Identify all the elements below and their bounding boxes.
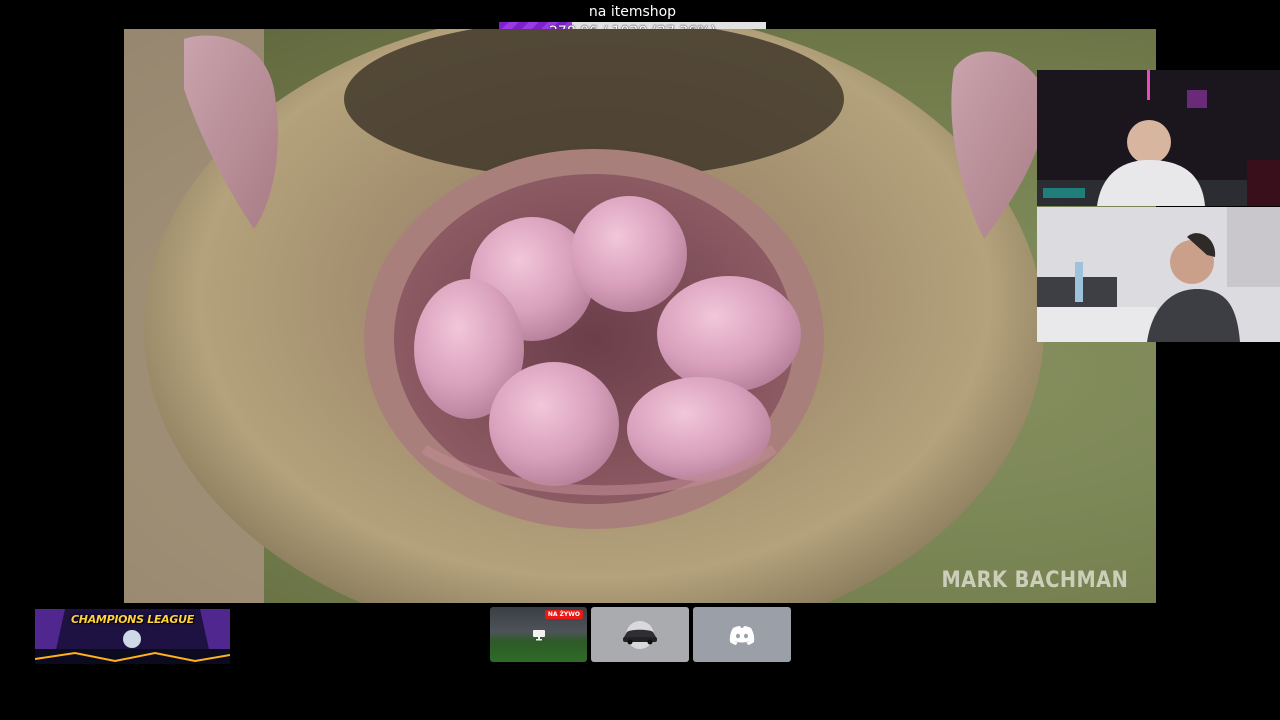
discord-icon — [729, 625, 755, 645]
discord-thumbnail[interactable] — [693, 607, 791, 662]
video-frame-image — [124, 29, 1156, 603]
champions-league-text: CHAMPIONS LEAGUE — [71, 613, 194, 626]
live-badge: NA ŻYWO — [544, 610, 583, 619]
webcam-guest-image — [1037, 207, 1280, 342]
goal-title: na itemshop — [588, 4, 677, 20]
live-stream-thumbnail[interactable]: NA ŻYWO — [490, 607, 587, 662]
main-video[interactable]: MARK BACHMAN — [124, 29, 1156, 603]
monitor-icon — [532, 629, 545, 640]
car-thumbnail[interactable] — [591, 607, 689, 662]
champions-league-banner: CHAMPIONS LEAGUE — [35, 609, 230, 664]
webcam-guest — [1037, 207, 1280, 342]
car-icon — [623, 620, 657, 649]
webcam-streamer-image — [1037, 70, 1280, 206]
webcam-streamer — [1037, 70, 1280, 206]
video-watermark: MARK BACHMAN — [941, 568, 1128, 593]
